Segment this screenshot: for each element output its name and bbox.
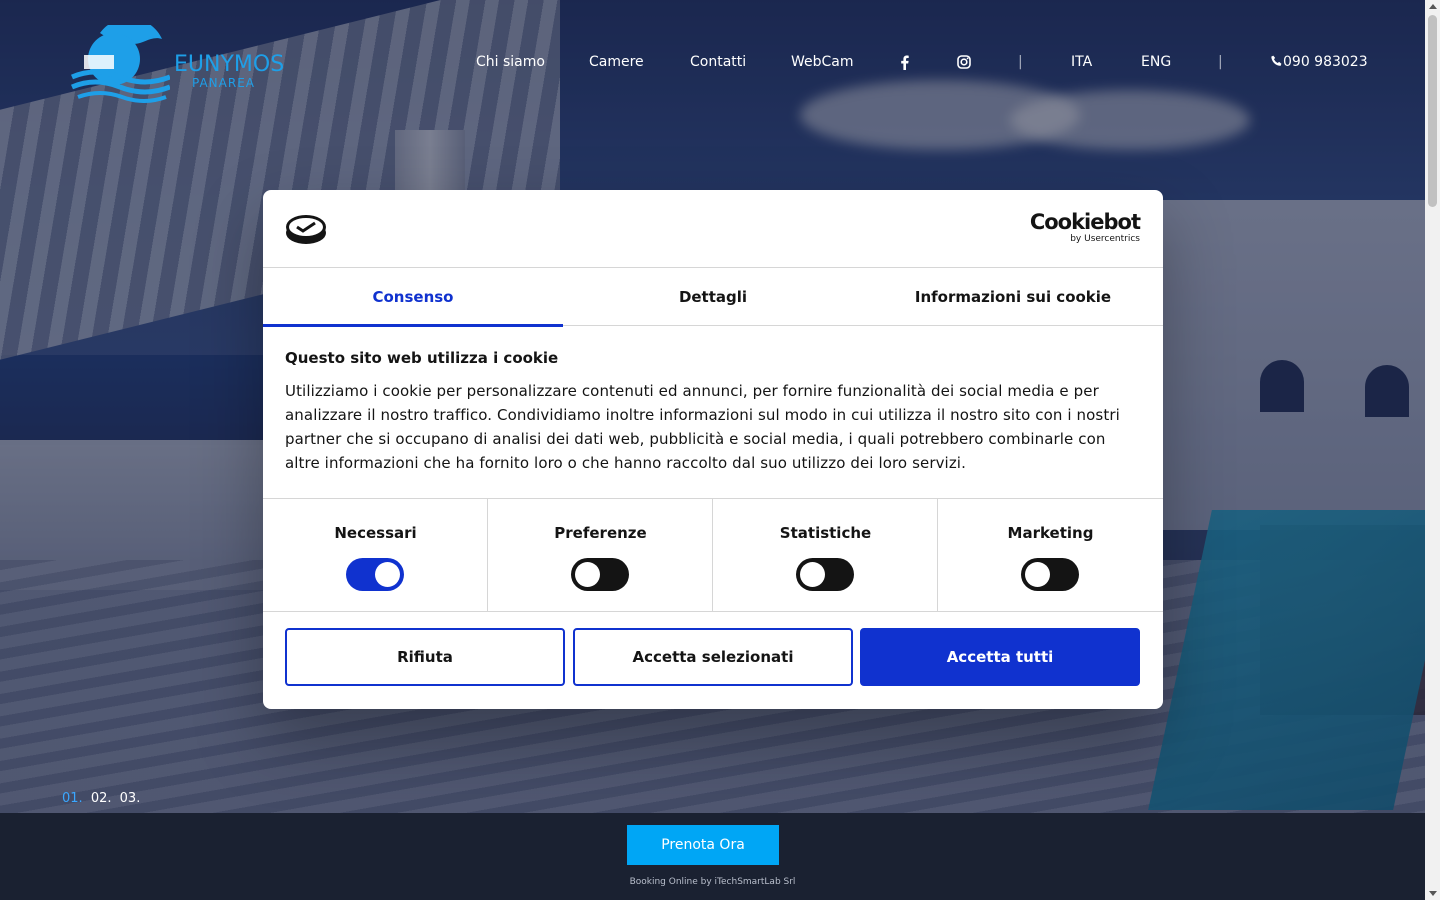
consent-text: Utilizziamo i cookie per personalizzare … — [285, 382, 1120, 472]
scroll-down-icon[interactable] — [1429, 891, 1437, 896]
main-nav: Chi siamo Camere Contatti WebCam | ITA E… — [0, 54, 1425, 74]
marketing-toggle[interactable] — [1021, 558, 1079, 591]
booking-bar: Prenota Ora Booking Online by iTechSmart… — [0, 813, 1425, 900]
book-now-button[interactable]: Prenota Ora — [627, 825, 779, 865]
category-preferenze: Preferenze — [488, 499, 713, 612]
phone-number: 090 983023 — [1283, 54, 1368, 70]
category-label: Preferenze — [554, 524, 647, 542]
consent-tabs: Consenso Dettagli Informazioni sui cooki… — [263, 268, 1163, 327]
nav-separator: | — [1218, 54, 1223, 70]
consent-title: Questo sito web utilizza i cookie — [285, 349, 559, 367]
facebook-icon[interactable] — [900, 55, 909, 74]
category-necessari: Necessari — [263, 499, 488, 612]
scroll-thumb[interactable] — [1428, 15, 1437, 207]
preferenze-toggle[interactable] — [571, 558, 629, 591]
consent-body: Questo sito web utilizza i cookie Utiliz… — [285, 347, 1145, 475]
reject-button[interactable]: Rifiuta — [285, 628, 565, 686]
accept-selected-button[interactable]: Accetta selezionati — [573, 628, 853, 686]
tab-consenso[interactable]: Consenso — [263, 268, 563, 327]
slide-pagination: 01. 02. 03. — [62, 791, 144, 806]
tab-informazioni[interactable]: Informazioni sui cookie — [863, 268, 1163, 326]
cookiebot-brand[interactable]: Cookiebot by Usercentrics — [1029, 210, 1141, 244]
scroll-up-icon[interactable] — [1429, 4, 1437, 9]
accept-all-button[interactable]: Accetta tutti — [860, 628, 1140, 686]
nav-contatti[interactable]: Contatti — [690, 54, 746, 70]
phone-icon — [1271, 55, 1282, 66]
cookiebot-logo-sub: by Usercentrics — [1070, 234, 1140, 244]
booking-credit[interactable]: Booking Online by iTechSmartLab Srl — [0, 877, 1425, 887]
slide-dot[interactable]: 01. — [62, 791, 83, 806]
statistiche-toggle[interactable] — [796, 558, 854, 591]
category-statistiche: Statistiche — [713, 499, 938, 612]
nav-webcam[interactable]: WebCam — [791, 54, 854, 70]
tab-dettagli[interactable]: Dettagli — [563, 268, 863, 326]
cookiebot-logo-text: Cookiebot — [1029, 210, 1141, 234]
dialog-header: Cookiebot by Usercentrics — [263, 190, 1163, 268]
category-marketing: Marketing — [938, 499, 1163, 612]
slide-dot[interactable]: 02. — [91, 791, 112, 806]
nav-camere[interactable]: Camere — [589, 54, 644, 70]
page-scrollbar[interactable] — [1425, 0, 1440, 900]
consent-categories: Necessari Preferenze Statistiche Marketi… — [263, 498, 1163, 612]
lang-eng[interactable]: ENG — [1141, 54, 1171, 70]
nav-chi-siamo[interactable]: Chi siamo — [476, 54, 545, 70]
phone-link[interactable]: 090 983023 — [1271, 54, 1368, 70]
cookie-consent-dialog: Cookiebot by Usercentrics Consenso Detta… — [263, 190, 1163, 709]
category-label: Marketing — [1007, 524, 1094, 542]
slide-dot[interactable]: 03. — [120, 791, 141, 806]
logo-subtext: PANAREA — [192, 76, 255, 90]
necessari-toggle[interactable] — [346, 558, 404, 591]
lang-ita[interactable]: ITA — [1071, 54, 1092, 70]
instagram-icon[interactable] — [957, 55, 971, 73]
category-label: Necessari — [334, 524, 417, 542]
nav-separator: | — [1018, 54, 1023, 70]
cookiebot-icon — [286, 215, 326, 244]
consent-actions: Rifiuta Accetta selezionati Accetta tutt… — [285, 628, 1141, 686]
category-label: Statistiche — [779, 524, 872, 542]
